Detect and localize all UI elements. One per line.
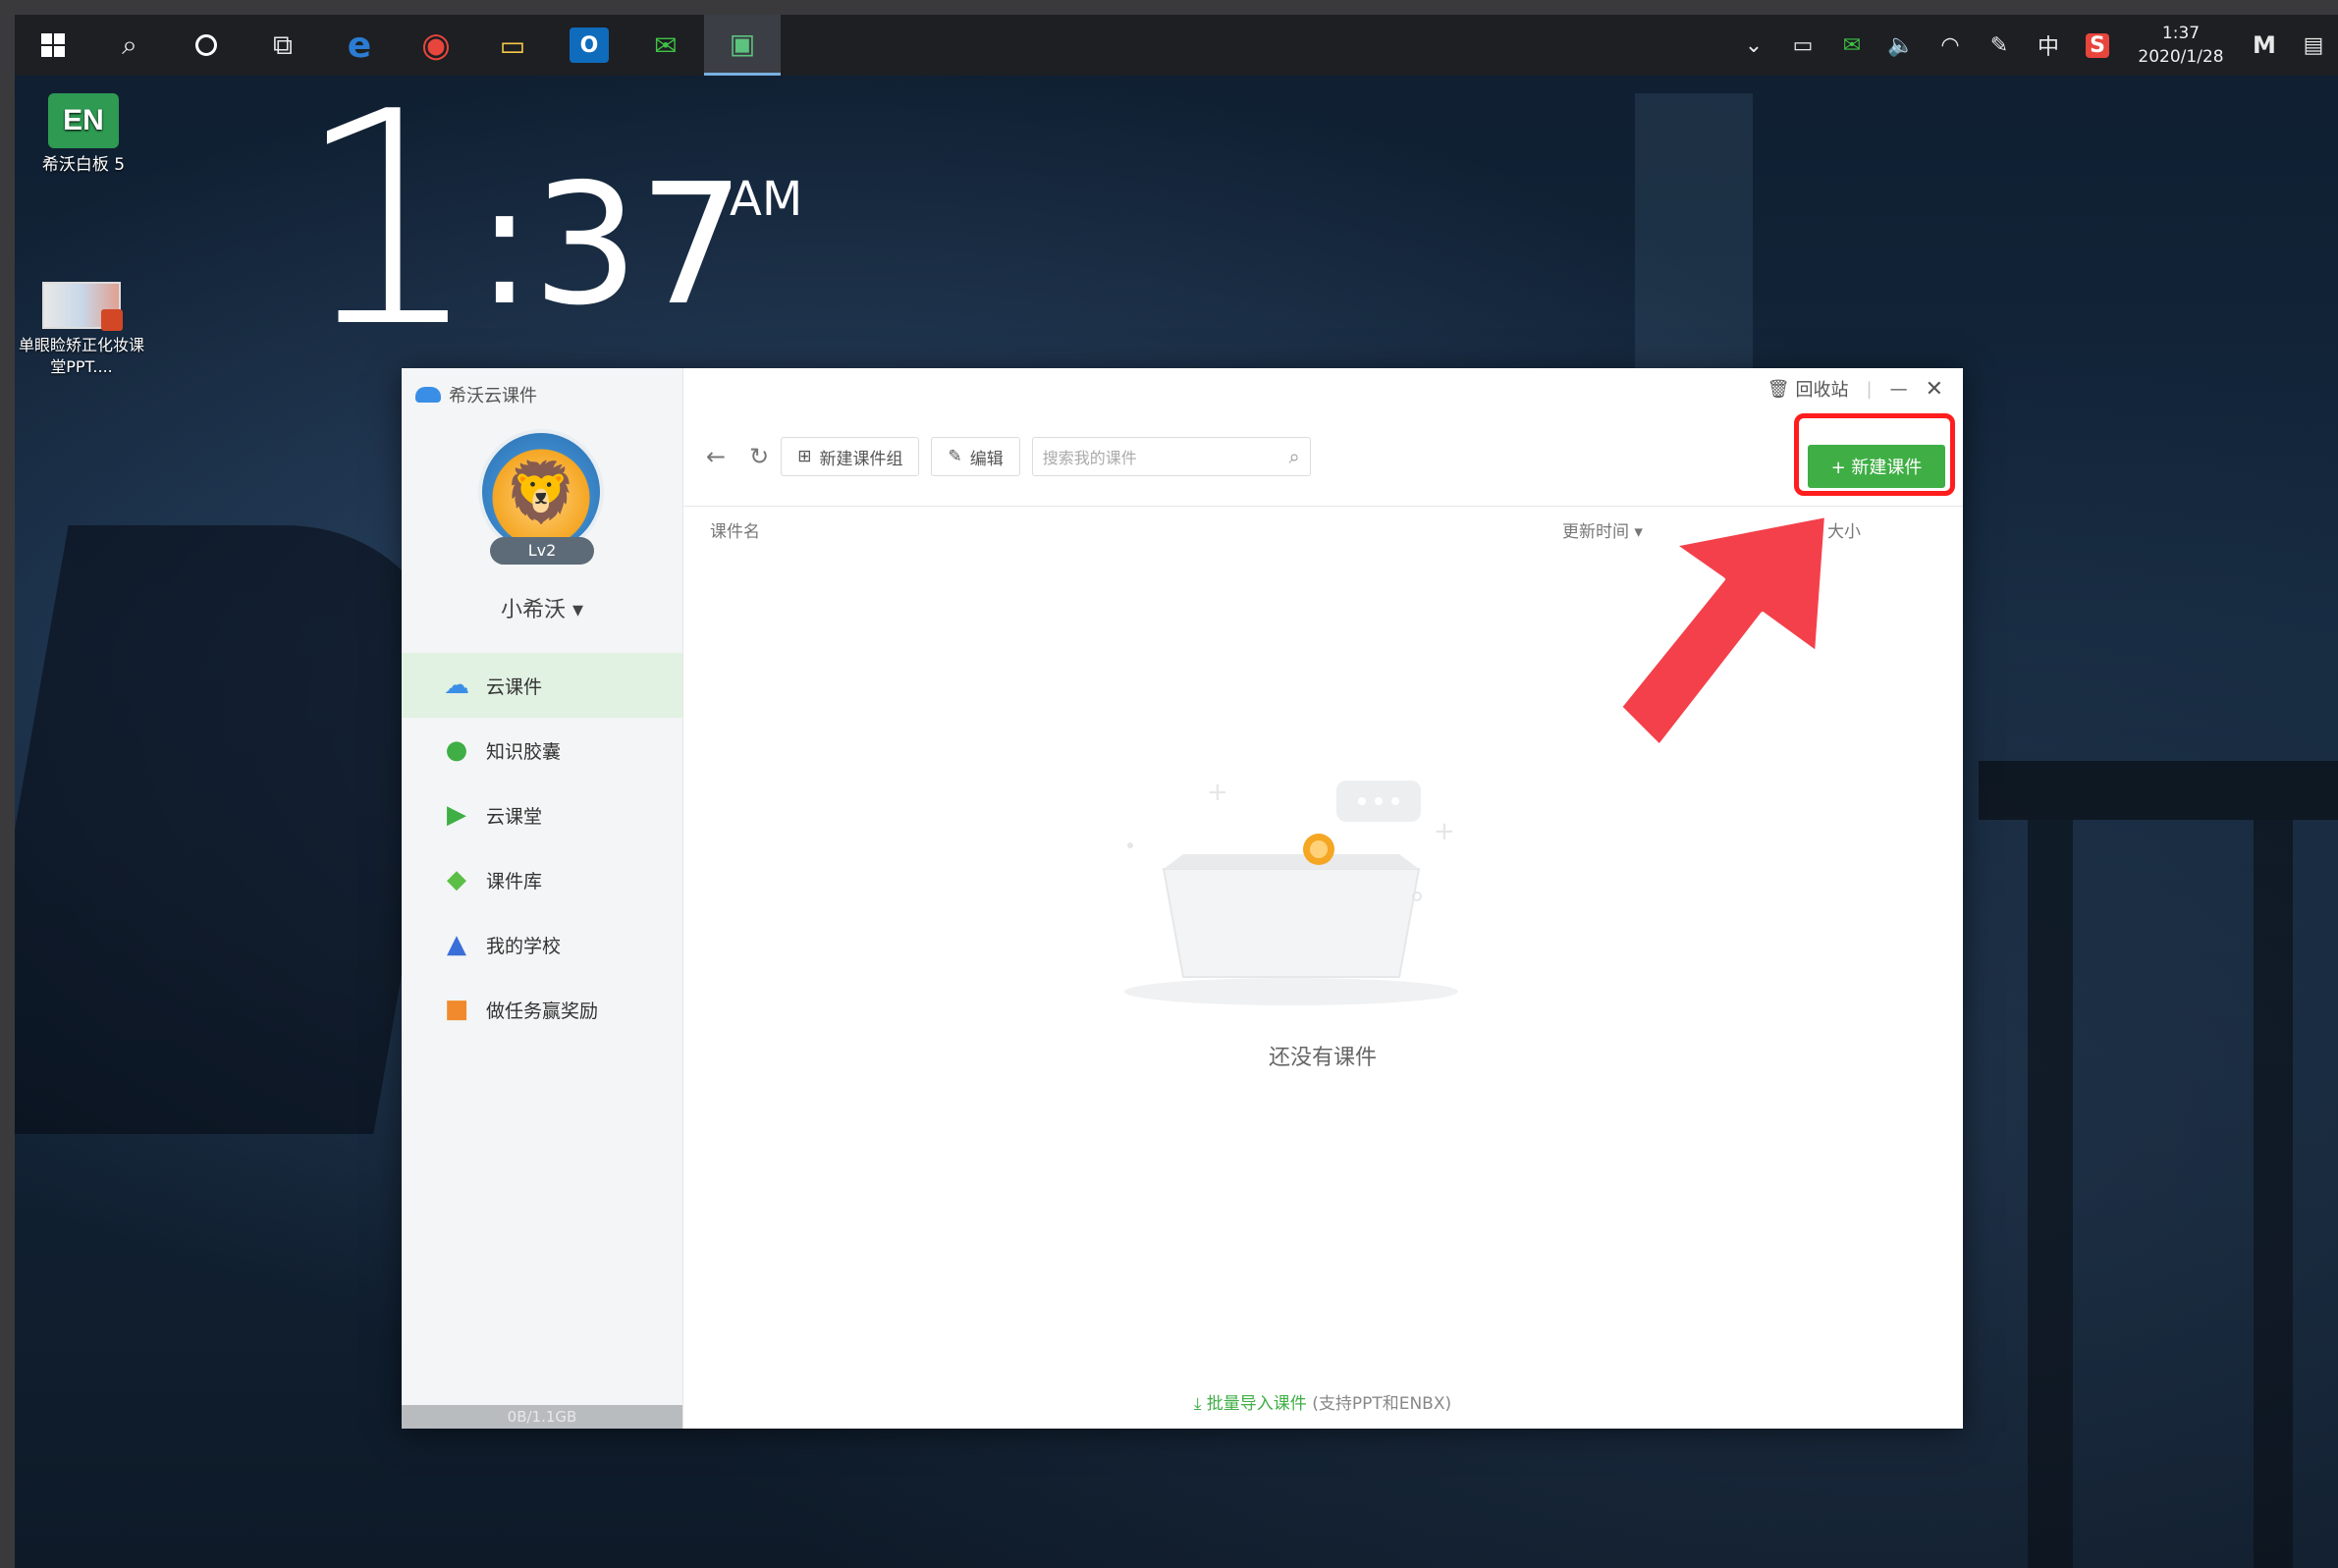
taskbar-clock[interactable]: 1:37 2020/1/28 bbox=[2122, 15, 2240, 76]
screen-frame-top bbox=[0, 0, 2338, 15]
column-header-name[interactable]: 课件名 bbox=[710, 517, 760, 542]
import-link-label: 批量导入课件 bbox=[1206, 1394, 1307, 1414]
search-input[interactable]: 搜索我的课件 ⌕ bbox=[1031, 437, 1311, 476]
storage-usage: 0B/1.1GB bbox=[402, 1405, 682, 1429]
gift-icon: ■ bbox=[444, 995, 469, 1024]
outlook-icon[interactable]: O bbox=[570, 27, 609, 63]
sidebar-item-label: 我的学校 bbox=[486, 935, 562, 957]
window-controls: 🗑 回收站 | — ✕ bbox=[1750, 376, 1943, 402]
screen-frame-left bbox=[0, 0, 15, 1568]
system-tray: ⌄ ▭ ✉ 🔈 ◠ ✎ 中 S 1:37 2020/1/28 M ▤ bbox=[1729, 15, 2338, 76]
cloud-logo-icon bbox=[415, 387, 441, 403]
app-title-text: 希沃云课件 bbox=[449, 386, 537, 406]
desktop-clock-ampm: AM bbox=[730, 172, 803, 227]
refresh-icon[interactable]: ↻ bbox=[749, 443, 769, 470]
sidebar-item-label: 做任务赢奖励 bbox=[486, 1000, 599, 1022]
empty-state-text: 还没有课件 bbox=[1268, 1046, 1377, 1070]
sidebar-item-knowledge-capsule[interactable]: ● 知识胶囊 bbox=[402, 718, 682, 783]
play-circle-icon: ▶ bbox=[447, 800, 466, 830]
import-icon: ⤓ bbox=[1193, 1394, 1207, 1414]
desktop-icon-seewo[interactable]: EN 希沃白板 5 bbox=[25, 93, 142, 176]
seewo-en-logo: EN bbox=[48, 93, 119, 148]
svg-text:+: + bbox=[1434, 817, 1455, 846]
sidebar-item-label: 课件库 bbox=[486, 870, 543, 892]
annotation-arrow-icon bbox=[1618, 514, 1828, 748]
svg-text:+: + bbox=[1207, 778, 1228, 807]
wallpaper-table-leg bbox=[2028, 820, 2073, 1568]
volume-icon[interactable]: 🔈 bbox=[1876, 15, 1926, 76]
clock-time: 1:37 bbox=[2161, 24, 2201, 43]
avatar[interactable]: 🦁 bbox=[478, 429, 604, 555]
cloud-icon: ☁ bbox=[444, 671, 469, 700]
wechat-tray-icon[interactable]: ✉ bbox=[1827, 15, 1876, 76]
desktop-clock-minutes: :37 bbox=[476, 148, 745, 343]
capsule-icon: ● bbox=[445, 735, 468, 765]
sidebar-item-label: 知识胶囊 bbox=[486, 740, 562, 763]
recycle-bin-link[interactable]: 回收站 bbox=[1795, 376, 1848, 402]
file-explorer-icon[interactable]: ▭ bbox=[474, 15, 551, 76]
search-icon[interactable]: ⌕ bbox=[1289, 445, 1300, 468]
wallpaper-table bbox=[1979, 761, 2338, 820]
seewo-icon[interactable]: ▣ bbox=[704, 15, 781, 76]
empty-box-illustration: + + bbox=[1124, 778, 1458, 1005]
desktop-icon-label: 希沃白板 5 bbox=[41, 155, 126, 175]
school-icon: ▲ bbox=[447, 930, 466, 959]
level-badge: Lv2 bbox=[490, 537, 594, 565]
wifi-icon[interactable]: ◠ bbox=[1926, 15, 1975, 76]
wechat-icon[interactable]: ✉ bbox=[627, 15, 704, 76]
battery-icon[interactable]: ▭ bbox=[1778, 15, 1827, 76]
divider: | bbox=[1866, 378, 1873, 400]
sidebar: 希沃云课件 🦁 Lv2 小希沃 ▾ ☁ 云课件 ● 知识胶囊 ▶ 云课堂 ◆ 课… bbox=[402, 368, 683, 1429]
username-dropdown[interactable]: 小希沃 ▾ bbox=[402, 592, 682, 623]
sidebar-item-my-school[interactable]: ▲ 我的学校 bbox=[402, 912, 682, 977]
notification-icon[interactable]: ▤ bbox=[2289, 15, 2338, 76]
desktop-icon-label: 单眼睑矫正化妆课堂PPT.... bbox=[18, 336, 144, 376]
folder-plus-icon: ⊞ bbox=[797, 447, 812, 466]
sogou-icon[interactable]: S bbox=[2073, 15, 2122, 76]
wallpaper-table-leg bbox=[2254, 820, 2293, 1568]
clock-date: 2020/1/28 bbox=[2138, 47, 2224, 67]
pen-icon[interactable]: ✎ bbox=[1975, 15, 2024, 76]
edit-label: 编辑 bbox=[969, 449, 1004, 469]
search-icon[interactable]: ⌕ bbox=[91, 15, 168, 76]
cortana-icon[interactable] bbox=[168, 15, 245, 76]
sidebar-item-tasks-rewards[interactable]: ■ 做任务赢奖励 bbox=[402, 977, 682, 1042]
batch-import-link[interactable]: ⤓ 批量导入课件 (支持PPT和ENBX) bbox=[682, 1389, 1963, 1414]
highlight-box bbox=[1794, 413, 1955, 496]
new-group-label: 新建课件组 bbox=[819, 449, 903, 469]
desktop-icon-ppt[interactable]: 单眼睑矫正化妆课堂PPT.... bbox=[15, 282, 148, 378]
diamond-icon: ◆ bbox=[447, 865, 466, 894]
search-placeholder: 搜索我的课件 bbox=[1042, 449, 1137, 467]
desktop: ⌕ ⧉ e ◉ ▭ O ✉ ▣ ⌄ ▭ ✉ 🔈 ◠ ✎ 中 S 1:37 202… bbox=[15, 15, 2338, 1568]
windows-start-icon[interactable] bbox=[15, 15, 91, 76]
sidebar-item-label: 云课堂 bbox=[486, 805, 543, 828]
sidebar-item-courseware-library[interactable]: ◆ 课件库 bbox=[402, 847, 682, 912]
edit-icon: ✎ bbox=[948, 447, 962, 466]
input-mode-icon[interactable]: M bbox=[2240, 15, 2289, 76]
desktop-clock-hour: 1 bbox=[295, 49, 482, 392]
ppt-thumbnail-icon bbox=[42, 282, 123, 331]
import-note: (支持PPT和ENBX) bbox=[1312, 1394, 1452, 1414]
back-arrow-icon[interactable]: ← bbox=[706, 443, 726, 470]
sidebar-item-cloud-courseware[interactable]: ☁ 云课件 bbox=[402, 653, 682, 718]
sidebar-item-cloud-classroom[interactable]: ▶ 云课堂 bbox=[402, 783, 682, 847]
trash-icon[interactable]: 🗑 bbox=[1767, 379, 1790, 400]
edit-button[interactable]: ✎ 编辑 bbox=[931, 437, 1020, 476]
ime-indicator[interactable]: 中 bbox=[2024, 15, 2073, 76]
sidebar-item-label: 云课件 bbox=[486, 676, 543, 698]
minimize-icon[interactable]: — bbox=[1890, 379, 1908, 400]
chevron-up-icon[interactable]: ⌄ bbox=[1729, 15, 1778, 76]
new-group-button[interactable]: ⊞ 新建课件组 bbox=[781, 437, 920, 476]
app-title: 希沃云课件 bbox=[415, 382, 537, 407]
close-icon[interactable]: ✕ bbox=[1926, 377, 1943, 402]
toolbar: ← ↻ ⊞ 新建课件组 ✎ 编辑 搜索我的课件 ⌕ bbox=[682, 427, 1963, 486]
